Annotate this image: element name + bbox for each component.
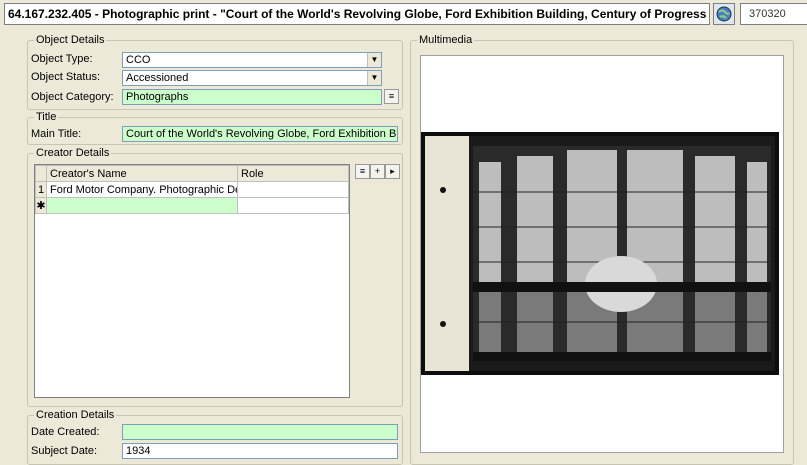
creator-name-cell[interactable]: Ford Motor Company. Photographic Depart.… (46, 181, 238, 198)
photograph-image[interactable] (421, 132, 779, 375)
object-status-select[interactable]: Accessioned ▼ (122, 70, 382, 86)
new-row[interactable]: ✱ (35, 197, 349, 214)
record-id-field: 370320 (740, 3, 807, 25)
creator-details-legend: Creator Details (34, 146, 112, 160)
new-creator-name-cell[interactable] (46, 197, 238, 214)
record-title: 64.167.232.405 - Photographic print - "C… (4, 3, 710, 25)
column-header-role[interactable]: Role (237, 165, 349, 182)
object-status-value: Accessioned (126, 72, 189, 84)
row-index[interactable]: 1 (35, 181, 47, 198)
grid-header-row: Creator's Name Role (35, 165, 349, 182)
object-type-select[interactable]: CCO ▼ (122, 52, 382, 68)
add-row-icon[interactable]: + (370, 164, 385, 179)
object-status-label: Object Status: (31, 71, 101, 83)
main-title-field[interactable]: Court of the World's Revolving Globe, Fo… (122, 126, 398, 142)
title-legend: Title (34, 110, 59, 124)
object-category-field[interactable]: Photographs (122, 89, 382, 105)
grid-corner (35, 165, 47, 182)
arrow-right-icon[interactable]: ▸ (385, 164, 400, 179)
creation-details-legend: Creation Details (34, 408, 117, 422)
column-header-creator-name[interactable]: Creator's Name (46, 165, 238, 182)
globe-icon[interactable] (713, 3, 735, 25)
record-title-bar: 64.167.232.405 - Photographic print - "C… (0, 0, 807, 30)
table-row[interactable]: 1 Ford Motor Company. Photographic Depar… (35, 181, 349, 198)
date-created-field[interactable] (122, 424, 398, 440)
object-type-value: CCO (126, 54, 151, 66)
lookup-icon[interactable]: ≡ (384, 89, 399, 104)
sort-icon[interactable]: ≡ (355, 164, 370, 179)
object-category-label: Object Category: (31, 91, 114, 103)
chevron-down-icon[interactable]: ▼ (367, 53, 381, 67)
creator-grid[interactable]: Creator's Name Role 1 Ford Motor Company… (34, 164, 350, 398)
role-cell[interactable] (237, 181, 349, 198)
new-role-cell[interactable] (237, 197, 349, 214)
multimedia-legend: Multimedia (417, 33, 475, 47)
chevron-down-icon[interactable]: ▼ (367, 71, 381, 85)
date-created-label: Date Created: (31, 426, 100, 438)
new-row-icon[interactable]: ✱ (35, 197, 47, 214)
object-details-legend: Object Details (34, 33, 107, 47)
main-title-label: Main Title: (31, 128, 82, 140)
object-type-label: Object Type: (31, 53, 93, 65)
